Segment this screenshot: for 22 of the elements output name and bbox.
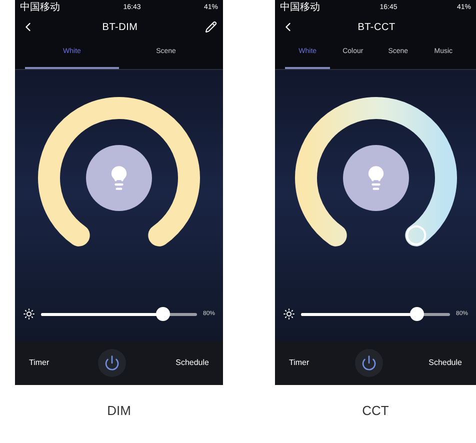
color-ring[interactable] [38, 97, 200, 246]
timer-button[interactable]: Timer [289, 357, 310, 369]
carrier-text: 中国移动 [20, 3, 60, 13]
schedule-button[interactable]: Schedule [176, 357, 209, 369]
power-button[interactable] [354, 349, 383, 377]
slider-thumb[interactable] [156, 306, 170, 320]
edit-icon[interactable] [204, 21, 217, 33]
device-title: BT-CCT [358, 20, 396, 34]
device-title: BT-DIM [102, 20, 138, 34]
brightness-icon [283, 308, 295, 320]
color-ring[interactable] [294, 97, 456, 246]
carrier-text: 中国移动 [280, 3, 320, 13]
power-button[interactable] [98, 349, 126, 377]
slider-thumb[interactable] [410, 306, 424, 320]
ring-thumb[interactable] [406, 225, 426, 246]
timer-button[interactable]: Timer [29, 357, 50, 369]
power-icon [104, 355, 120, 371]
schedule-button[interactable]: Schedule [428, 357, 462, 369]
brightness-icon [23, 308, 35, 320]
caption: DIM [107, 402, 131, 420]
power-icon [360, 355, 377, 371]
caption: CCT [362, 402, 389, 420]
